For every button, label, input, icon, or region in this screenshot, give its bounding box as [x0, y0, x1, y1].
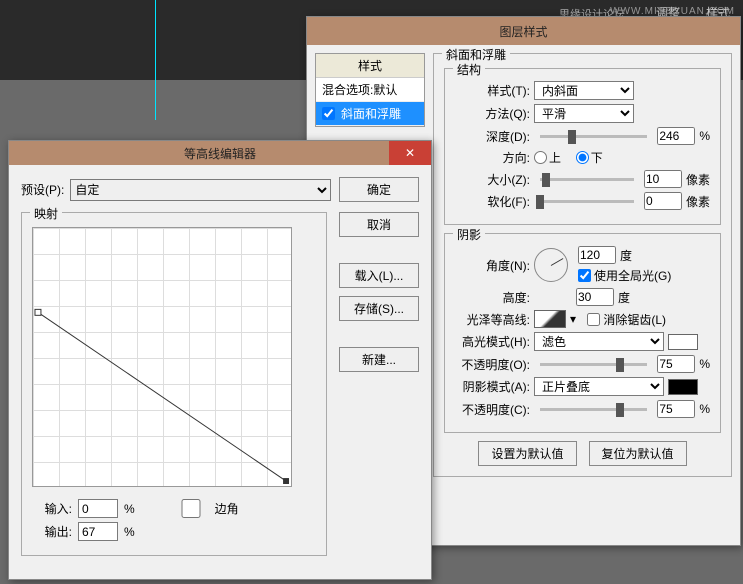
shadow-mode-label: 阴影模式(A): — [455, 378, 530, 395]
altitude-input[interactable] — [576, 288, 614, 306]
dir-down-radio[interactable]: 下 — [576, 149, 603, 166]
angle-label: 角度(N): — [455, 257, 530, 274]
highlight-opacity-slider[interactable] — [540, 363, 647, 366]
close-button[interactable]: ✕ — [389, 141, 431, 165]
cancel-button[interactable]: 取消 — [339, 212, 419, 237]
input-field[interactable] — [78, 499, 118, 518]
contour-dropdown-icon[interactable]: ▾ — [570, 312, 576, 326]
save-button[interactable]: 存储(S)... — [339, 296, 419, 321]
soften-input[interactable] — [644, 192, 682, 210]
size-slider[interactable] — [540, 178, 634, 181]
highlight-opacity-input[interactable] — [657, 355, 695, 373]
new-button[interactable]: 新建... — [339, 347, 419, 372]
size-input[interactable] — [644, 170, 682, 188]
size-label: 大小(Z): — [455, 171, 530, 188]
highlight-mode-label: 高光模式(H): — [455, 333, 530, 350]
output-field[interactable] — [78, 522, 118, 541]
input-label: 输入: — [32, 500, 72, 517]
depth-label: 深度(D): — [455, 128, 530, 145]
anti-alias-checkbox[interactable]: 消除锯齿(L) — [587, 311, 666, 328]
shading-legend: 阴影 — [453, 226, 485, 243]
gloss-contour-picker[interactable] — [534, 310, 566, 328]
style-label: 样式(T): — [455, 82, 530, 99]
blend-defaults-row[interactable]: 混合选项:默认 — [316, 78, 424, 102]
make-default-button[interactable]: 设置为默认值 — [478, 441, 576, 466]
bevel-fieldset: 斜面和浮雕 结构 样式(T): 内斜面 方法(Q): 平滑 深度(D): — [433, 53, 732, 477]
deg-label: 度 — [620, 247, 632, 264]
ok-button[interactable]: 确定 — [339, 177, 419, 202]
style-select[interactable]: 内斜面 — [534, 81, 634, 100]
technique-select[interactable]: 平滑 — [534, 104, 634, 123]
contour-editor-dialog: 等高线编辑器 ✕ 预设(P): 自定 确定 映射 — [8, 140, 432, 580]
structure-legend: 结构 — [453, 61, 485, 78]
layer-style-title: 图层样式 — [499, 23, 547, 40]
corner-checkbox[interactable]: 边角 — [171, 499, 239, 518]
mapping-fieldset: 映射 输入: % 边角 — [21, 212, 327, 556]
angle-widget[interactable] — [534, 248, 568, 282]
soften-label: 软化(F): — [455, 193, 530, 210]
contour-title: 等高线编辑器 — [184, 145, 256, 162]
global-light-checkbox[interactable]: 使用全局光(G) — [578, 267, 671, 284]
shadow-opacity-input[interactable] — [657, 400, 695, 418]
layer-style-titlebar[interactable]: 图层样式 — [307, 17, 740, 45]
depth-slider[interactable] — [540, 135, 647, 138]
angle-input[interactable] — [578, 246, 616, 264]
direction-label: 方向: — [455, 149, 530, 166]
px-label2: 像素 — [686, 193, 710, 210]
altitude-label: 高度: — [455, 289, 530, 306]
contour-titlebar[interactable]: 等高线编辑器 ✕ — [9, 141, 431, 165]
bevel-emboss-row[interactable]: 斜面和浮雕 — [316, 102, 424, 126]
close-icon: ✕ — [405, 146, 415, 160]
highlight-mode-select[interactable]: 滤色 — [534, 332, 664, 351]
deg-label2: 度 — [618, 289, 630, 306]
pct-label: % — [699, 129, 710, 143]
technique-label: 方法(Q): — [455, 105, 530, 122]
shadow-opacity-label: 不透明度(C): — [455, 401, 530, 418]
shadow-color-swatch[interactable] — [668, 379, 698, 395]
contour-graph[interactable] — [32, 227, 292, 487]
load-button[interactable]: 载入(L)... — [339, 263, 419, 288]
highlight-color-swatch[interactable] — [668, 334, 698, 350]
gloss-label: 光泽等高线: — [455, 311, 530, 328]
output-label: 输出: — [32, 523, 72, 540]
highlight-opacity-label: 不透明度(O): — [455, 356, 530, 373]
bevel-emboss-checkbox[interactable] — [322, 107, 335, 120]
shadow-opacity-slider[interactable] — [540, 408, 647, 411]
depth-input[interactable] — [657, 127, 695, 145]
mapping-legend: 映射 — [30, 205, 62, 222]
shadow-mode-select[interactable]: 正片叠底 — [534, 377, 664, 396]
preset-label: 预设(P): — [21, 181, 64, 198]
preset-select[interactable]: 自定 — [70, 179, 331, 201]
bevel-emboss-label: 斜面和浮雕 — [341, 105, 401, 122]
guide-line — [155, 0, 156, 120]
px-label: 像素 — [686, 171, 710, 188]
styles-header: 样式 — [316, 54, 424, 78]
dir-up-radio[interactable]: 上 — [534, 149, 561, 166]
soften-slider[interactable] — [540, 200, 634, 203]
reset-default-button[interactable]: 复位为默认值 — [589, 441, 687, 466]
